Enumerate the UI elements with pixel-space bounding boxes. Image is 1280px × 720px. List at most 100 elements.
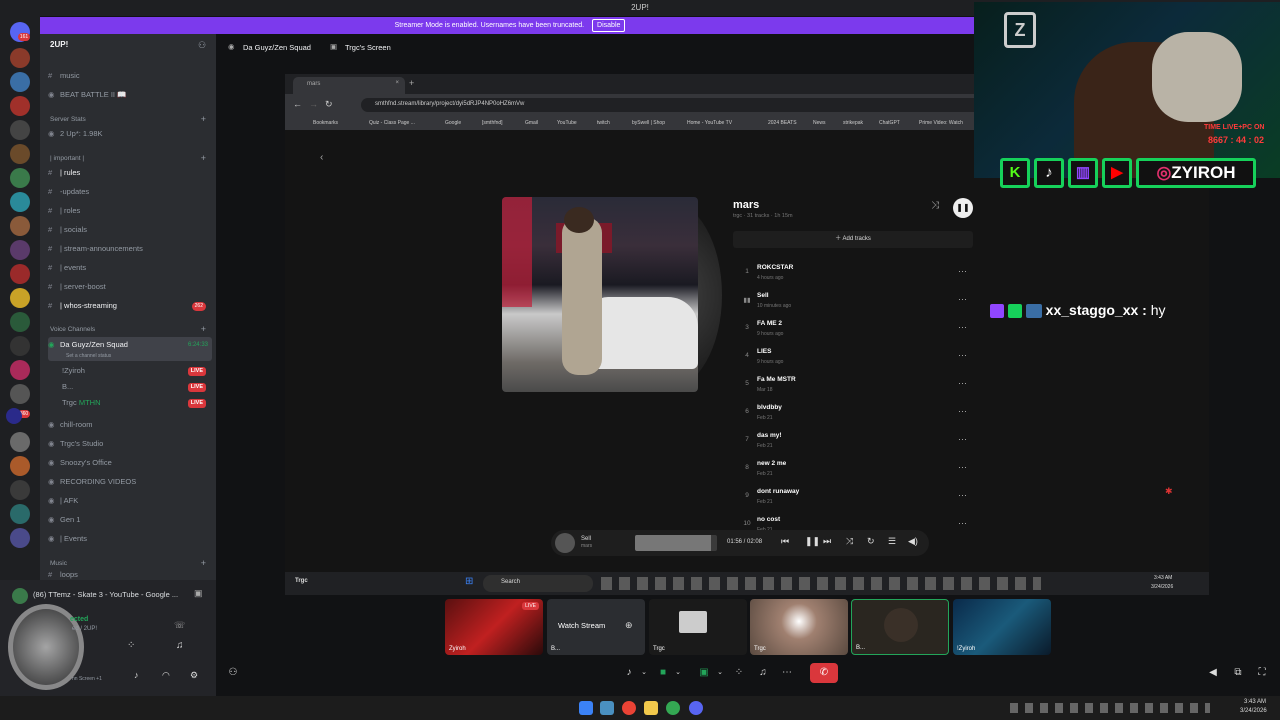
server-icon[interactable] — [10, 72, 30, 92]
voice-channel[interactable]: ◉ Gen 1 — [48, 512, 214, 528]
more-icon[interactable]: ⋯ — [958, 490, 967, 501]
search-box[interactable]: Search — [483, 575, 593, 592]
server-icon[interactable] — [10, 480, 30, 500]
previous-icon[interactable]: ⏮ — [781, 536, 789, 547]
chevron-down-icon[interactable]: ⌄ — [674, 663, 682, 683]
participant-tile[interactable]: LIVE Zyiroh — [445, 599, 543, 655]
bookmark[interactable]: bySwell | Shop — [632, 120, 665, 126]
more-icon[interactable]: ⋯ — [958, 378, 967, 389]
participant-tile[interactable]: !Zyiroh — [953, 599, 1051, 655]
reload-icon[interactable]: ↻ — [325, 99, 333, 110]
close-icon[interactable]: × — [395, 80, 399, 86]
phone-icon[interactable]: ☏ — [174, 620, 185, 631]
forward-icon[interactable]: → — [309, 99, 318, 109]
camera-icon[interactable]: ■ — [656, 663, 670, 683]
server-icon[interactable] — [10, 120, 30, 140]
track-row[interactable]: ▮▮ Sell 10 minutes ago ⋯ — [743, 289, 967, 317]
server-icon[interactable] — [10, 504, 30, 524]
server-icon[interactable] — [10, 432, 30, 452]
add-channel-icon[interactable]: + — [201, 114, 206, 124]
more-options-icon[interactable]: ⋯ — [780, 663, 794, 683]
channel-stat[interactable]: ◉ 2 Up*: 1.98K — [48, 126, 214, 142]
track-row[interactable]: 5 Fa Me MSTR Mar 18 ⋯ — [745, 373, 967, 401]
watch-stream-button[interactable]: Watch Stream — [558, 621, 605, 630]
server-icon[interactable] — [10, 48, 30, 68]
mic-icon[interactable]: ♪ — [134, 670, 139, 680]
channel-music[interactable]: # music — [48, 68, 214, 84]
more-icon[interactable]: ⋯ — [958, 462, 967, 473]
server-icon[interactable] — [10, 360, 30, 380]
channel-roles[interactable]: # | roles — [48, 203, 214, 219]
url-field[interactable]: smthfnd.stream/library/project/dyi5dRJP4… — [361, 98, 1041, 112]
file-explorer-icon[interactable] — [644, 701, 658, 715]
activities-icon[interactable]: ⁘ — [732, 663, 746, 683]
voice-channel[interactable]: ◉ Snoozy's Office — [48, 455, 214, 471]
add-channel-icon[interactable]: + — [201, 558, 206, 568]
channel-status[interactable]: Set a channel status — [66, 348, 111, 364]
header-channel[interactable]: Da Guyz/Zen Squad — [243, 43, 311, 52]
more-icon[interactable]: ⋯ — [958, 406, 967, 417]
participant-tile[interactable]: Watch Stream ⊕ B... — [547, 599, 645, 655]
bookmark[interactable]: News — [813, 120, 826, 126]
server-icon[interactable] — [10, 168, 30, 188]
track-row[interactable]: 1 ROKCSTAR 4 hours ago ⋯ — [745, 261, 967, 289]
track-row[interactable]: 4 LIES 9 hours ago ⋯ — [745, 345, 967, 373]
taskbar-app-icons[interactable] — [601, 577, 1041, 590]
server-icon[interactable] — [10, 456, 30, 476]
server-icon[interactable] — [10, 312, 30, 332]
track-row[interactable]: 6 blvdbby Feb 21 ⋯ — [745, 401, 967, 429]
progress-bar[interactable] — [635, 535, 717, 551]
channel-beat-battle[interactable]: ◉ BEAT BATTLE II 📖 — [48, 87, 214, 103]
queue-icon[interactable]: ☰ — [888, 536, 896, 547]
more-icon[interactable]: ⋯ — [958, 434, 967, 445]
soundboard-icon[interactable]: ♫ — [176, 640, 184, 651]
back-icon[interactable]: ← — [293, 99, 302, 109]
channel-socials[interactable]: # | socials — [48, 222, 214, 238]
category-voice[interactable]: Voice Channels — [50, 326, 95, 333]
add-member-icon[interactable]: ⚇ — [198, 40, 206, 51]
channel-server-boost[interactable]: # | server-boost — [48, 279, 214, 295]
chrome-icon[interactable] — [622, 701, 636, 715]
channel-stream-announcements[interactable]: # | stream-announcements — [48, 241, 214, 257]
tray-icons[interactable] — [1010, 703, 1210, 713]
bookmark[interactable]: Prime Video: Watch — [919, 120, 963, 126]
popout-icon[interactable]: ⧉ — [1231, 663, 1245, 683]
volume-icon[interactable]: ◀) — [908, 536, 918, 547]
bookmark[interactable]: Bookmarks — [313, 120, 338, 126]
bookmark[interactable]: Google — [445, 120, 461, 126]
activity-text[interactable]: (86) TTemz - Skate 3 - YouTube - Google … — [33, 590, 193, 599]
category-music[interactable]: Music — [50, 560, 67, 567]
voice-channel[interactable]: ◉ Trgc's Studio — [48, 436, 214, 452]
shuffle-icon[interactable]: ⤨ — [931, 200, 939, 211]
screen-share-icon[interactable]: ▣ — [194, 588, 203, 599]
add-tracks-button[interactable]: ＋ Add tracks — [733, 231, 973, 248]
voice-user[interactable]: Trgc MTHN LIVE — [62, 395, 214, 411]
pause-icon[interactable]: ❚❚ — [805, 536, 820, 547]
repeat-icon[interactable]: ↻ — [867, 536, 875, 547]
track-row[interactable]: 9 dont runaway Feb 21 ⋯ — [745, 485, 967, 513]
server-icon[interactable] — [10, 528, 30, 548]
more-icon[interactable]: ⋯ — [958, 294, 967, 305]
new-tab-icon[interactable]: + — [409, 78, 414, 88]
shuffle-icon[interactable]: ⤨ — [846, 536, 853, 547]
voice-channel[interactable]: ◉ chill-room — [48, 417, 214, 433]
server-icon[interactable] — [10, 288, 30, 308]
soundboard-icon[interactable]: ♫ — [756, 663, 770, 683]
add-channel-icon[interactable]: + — [201, 153, 206, 163]
bookmark[interactable]: [smthfnd] — [482, 120, 503, 126]
disconnect-button[interactable]: ✆ — [810, 663, 838, 683]
voice-channel-active[interactable]: ◉ Da Guyz/Zen Squad 6:24:33 Set a channel… — [48, 337, 212, 361]
headphones-icon[interactable]: ◠ — [162, 670, 170, 681]
add-user-icon[interactable]: ⚇ — [226, 663, 240, 683]
windows-start-icon[interactable] — [579, 701, 593, 715]
participant-tile[interactable]: Trgc — [750, 599, 848, 655]
bookmark[interactable]: 2024 BEATS — [768, 120, 797, 126]
voice-channel[interactable]: ◉ | AFK — [48, 493, 214, 509]
bookmark[interactable]: ChatGPT — [879, 120, 900, 126]
popout-icon[interactable]: ⊕ — [625, 620, 633, 631]
task-view-icon[interactable] — [600, 701, 614, 715]
more-icon[interactable]: ⋯ — [958, 266, 967, 277]
server-icon[interactable] — [10, 336, 30, 356]
track-row[interactable]: 7 das my! Feb 21 ⋯ — [745, 429, 967, 457]
discord-icon[interactable] — [689, 701, 703, 715]
